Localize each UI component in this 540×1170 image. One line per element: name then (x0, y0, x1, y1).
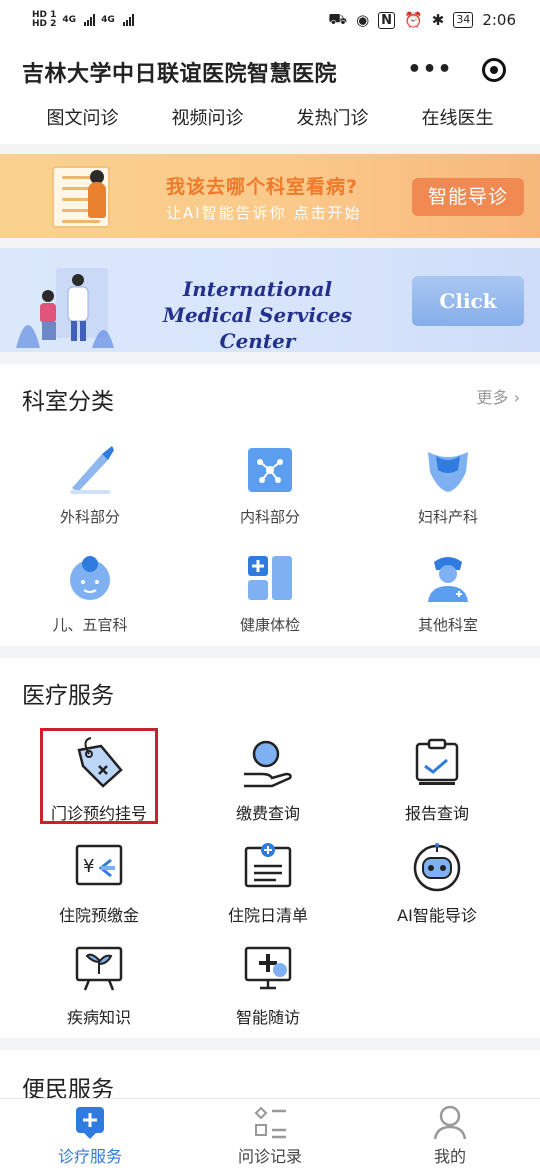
dept-surgery[interactable]: 外科部分 (15, 442, 165, 527)
medical-services-section: 医疗服务 门诊预约挂号 缴费查询 报告查询 ¥ 住院预缴金 住院日清单 AI智能… (0, 658, 540, 1038)
service-label: 缴费查询 (235, 804, 300, 823)
more-menu-button[interactable]: ••• (398, 52, 462, 88)
monitor-cross-icon (244, 946, 292, 990)
signal-icon-2 (122, 14, 134, 26)
service-label: 门诊预约挂号 (50, 804, 147, 823)
target-icon (482, 58, 506, 82)
service-label: 住院预缴金 (58, 906, 139, 925)
tab-medical-service[interactable]: 诊疗服务 (0, 1099, 180, 1170)
status-left: HD 1 HD 2 4G 4G (32, 11, 134, 29)
tab-label: 我的 (433, 1147, 466, 1166)
sim2-label: HD 2 (32, 19, 57, 29)
plant-board-icon (75, 946, 123, 991)
dept-internal-medicine[interactable]: 内科部分 (195, 442, 345, 527)
nurse-icon (428, 557, 468, 602)
doctor-patient-illustration-icon (16, 268, 114, 348)
robot-icon (413, 843, 461, 892)
tab-mine[interactable]: 我的 (360, 1099, 540, 1170)
medical-services-title: 医疗服务 (22, 683, 114, 709)
service-inpatient-prepay[interactable]: ¥ 住院预缴金 (24, 838, 174, 926)
guide-banner-title: 我该去哪个科室看病? (166, 176, 359, 198)
baby-icon (70, 556, 110, 600)
department-more-link[interactable]: 更多 › (476, 384, 520, 408)
service-label: 住院日清单 (227, 906, 308, 925)
bluetooth-icon: ✱ (431, 11, 445, 29)
payment-hand-icon (244, 740, 292, 788)
mini-program-capsule: ••• (398, 52, 526, 88)
status-bar: HD 1 HD 2 4G 4G ⛟ ◉ N ⏰ ✱ 34 2:06 (0, 0, 540, 40)
dept-pediatrics-ent[interactable]: 儿、五官科 (15, 550, 165, 635)
service-report-query[interactable]: 报告查询 (362, 736, 512, 824)
click-button[interactable]: Click (412, 276, 524, 326)
person-illustration-icon (88, 182, 106, 218)
tab-image-text-consult[interactable]: 图文问诊 (37, 100, 129, 134)
tab-fever-clinic[interactable]: 发热门诊 (287, 100, 379, 134)
international-center-banner[interactable]: International Medical Services Center Cl… (0, 248, 540, 352)
svg-text:¥: ¥ (83, 856, 94, 877)
sim-indicators: HD 1 HD 2 (32, 11, 56, 29)
service-disease-knowledge[interactable]: 疾病知识 (24, 940, 174, 1028)
plus-chat-icon (76, 1107, 104, 1139)
tab-online-doctor[interactable]: 在线医生 (412, 100, 504, 134)
smart-guide-button[interactable]: 智能导诊 (412, 178, 524, 216)
service-label: 智能随访 (235, 1008, 300, 1027)
network-label-1: 4G (62, 15, 77, 25)
medical-cross-icon (248, 556, 292, 600)
department-section: 科室分类 更多 › 外科部分 内科部分 妇科产科 儿、五官科 健康体检 其他科室 (0, 364, 540, 646)
tag-icon (77, 737, 123, 788)
tab-video-consult[interactable]: 视频问诊 (162, 100, 254, 134)
service-daily-list[interactable]: 住院日清单 (193, 838, 343, 926)
service-label: 疾病知识 (66, 1008, 131, 1027)
battery-icon: 34 (453, 12, 474, 28)
app-title: 吉林大学中日联谊医院智慧医院 (22, 62, 338, 87)
app-header: 吉林大学中日联谊医院智慧医院 ••• 图文问诊 视频问诊 发热门诊 在线医生 (0, 40, 540, 144)
tab-label: 诊疗服务 (57, 1147, 122, 1166)
scalpel-icon (70, 446, 114, 494)
dept-label: 儿、五官科 (52, 616, 128, 634)
service-appointment-registration[interactable]: 门诊预约挂号 (24, 736, 174, 824)
dept-label: 健康体检 (239, 616, 300, 634)
department-section-title: 科室分类 (22, 389, 114, 415)
dept-label: 妇科产科 (417, 508, 478, 526)
service-smart-followup[interactable]: 智能随访 (193, 940, 343, 1028)
international-banner-title: International Medical Services Center (162, 277, 353, 352)
status-right: ⛟ ◉ N ⏰ ✱ 34 2:06 (328, 10, 516, 30)
chevron-right-icon: › (513, 388, 520, 407)
dept-gynecology[interactable]: 妇科产科 (373, 442, 523, 527)
consult-tabs: 图文问诊 视频问诊 发热门诊 在线医生 (0, 100, 540, 134)
report-clipboard-icon (415, 738, 459, 785)
service-label: 报告查询 (404, 804, 469, 823)
ai-guide-banner[interactable]: 我该去哪个科室看病? 让AI智能告诉你 点击开始 智能导诊 (0, 154, 540, 238)
user-icon (433, 1105, 467, 1140)
service-payment-query[interactable]: 缴费查询 (193, 736, 343, 824)
dept-label: 其他科室 (417, 616, 478, 634)
dept-label: 外科部分 (59, 508, 120, 526)
yuan-prepay-icon: ¥ (75, 844, 123, 886)
service-ai-guide[interactable]: AI智能导诊 (362, 838, 512, 926)
nfc-icon: N (378, 11, 396, 29)
alarm-icon: ⏰ (404, 11, 423, 29)
pelvis-icon (428, 452, 468, 492)
network-label-2: 4G (101, 15, 115, 25)
bottom-tab-bar: 诊疗服务 问诊记录 我的 (0, 1098, 540, 1170)
car-icon: ⛟ (328, 10, 348, 28)
eye-icon: ◉ (356, 11, 370, 29)
molecule-icon (248, 448, 292, 492)
records-grid-icon (254, 1106, 286, 1139)
daily-list-icon (244, 843, 292, 888)
tab-consult-records[interactable]: 问诊记录 (180, 1099, 360, 1170)
dept-health-checkup[interactable]: 健康体检 (195, 550, 345, 635)
guide-banner-subtitle: 让AI智能告诉你 点击开始 (166, 204, 362, 222)
dept-others[interactable]: 其他科室 (373, 550, 523, 635)
service-label: AI智能导诊 (397, 906, 477, 925)
clock-time: 2:06 (482, 11, 516, 29)
tab-label: 问诊记录 (237, 1147, 302, 1166)
close-capsule-button[interactable] (462, 58, 526, 82)
signal-icon (84, 14, 96, 26)
dept-label: 内科部分 (239, 508, 300, 526)
more-label: 更多 (476, 388, 509, 407)
